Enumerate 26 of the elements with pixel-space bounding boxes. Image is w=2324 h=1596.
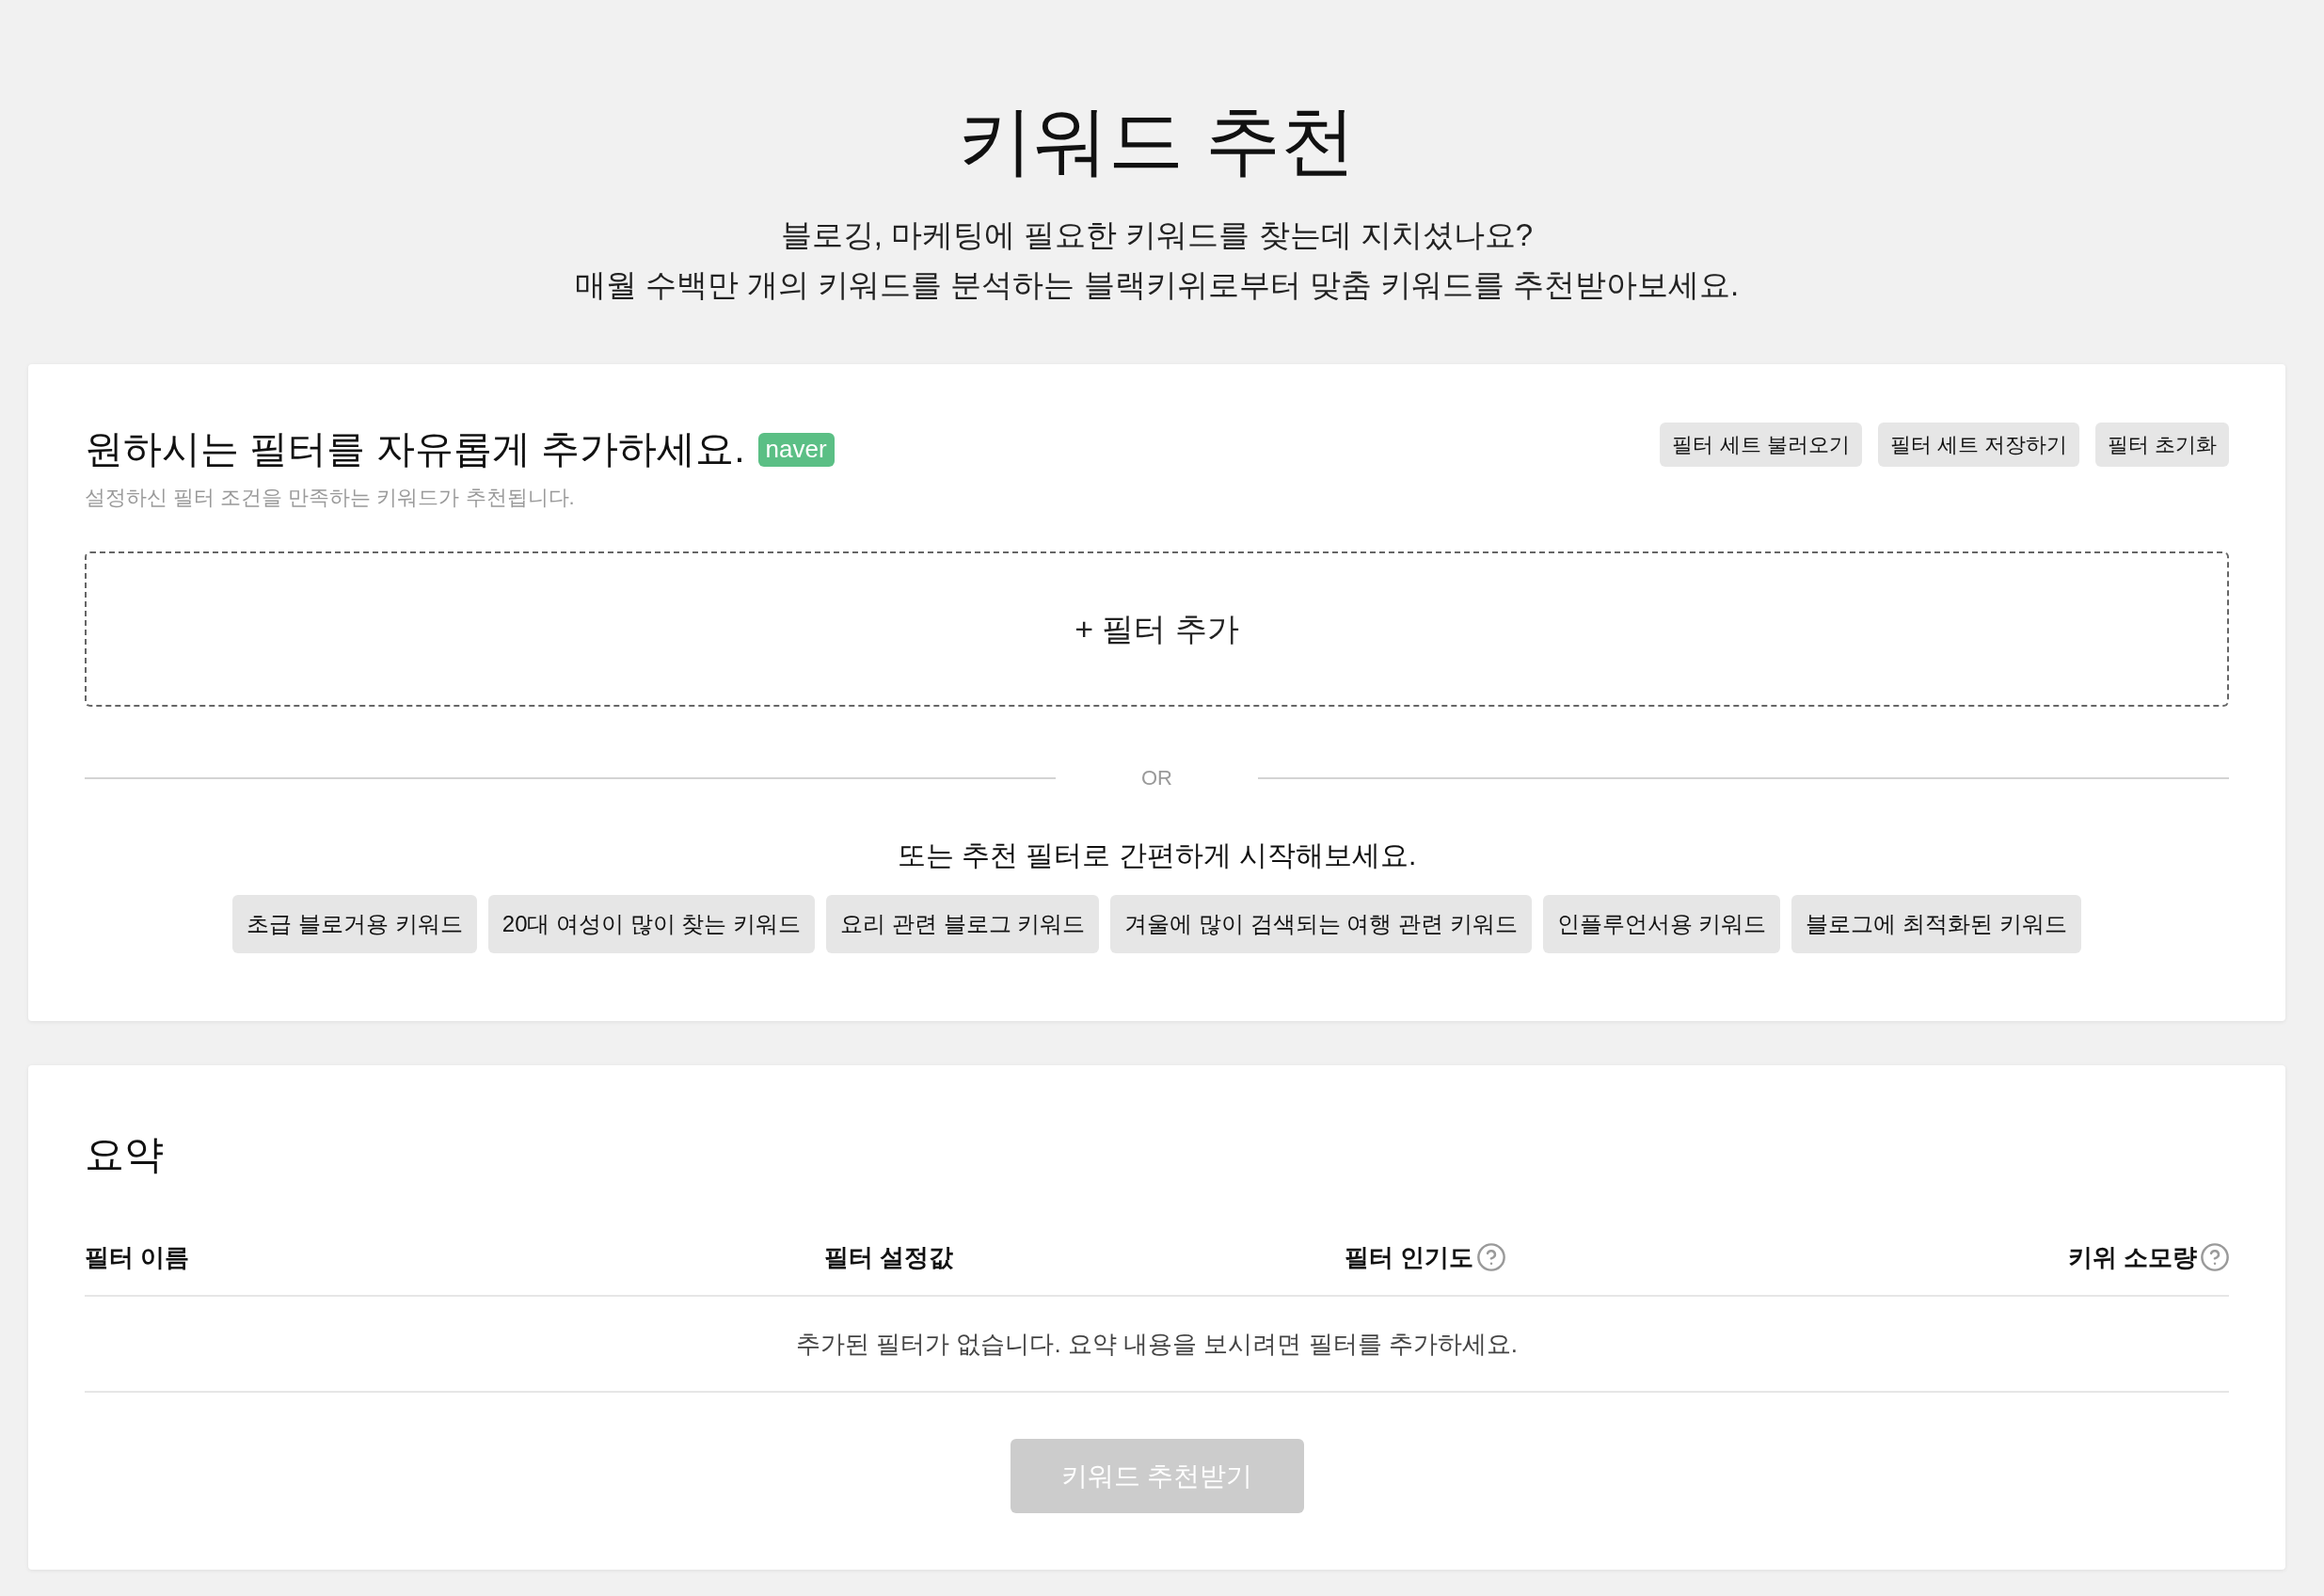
intro-text: 매월 수백만 개의 키워드를 분석하는 블랙키위로부터 맞춤 키워드를 추천받아보세요. [574,266,1740,304]
empty-message: 추가된 필터가 없습니다. 요약 내용을 보시려면 필터를 추가하세요. [796,1328,1518,1360]
filter-set-button[interactable]: 필터 세트 불러오기 [1660,423,1862,467]
section-heading: 원하시는 필터를 자유롭게 추가하세요. [85,426,745,472]
divider-label: OR [1140,765,1173,791]
suggested-filter-chip[interactable]: 20대 여성이 많이 찾는 키워드 [487,895,816,953]
source-badge: naver [757,432,835,467]
filter-set-button[interactable]: 필터 세트 저장하기 [1877,423,2079,467]
column-header: 필터 이름 [85,1241,190,1273]
suggested-filter-chip[interactable]: 겨울에 많이 검색되는 여행 관련 키워드 [1110,895,1532,953]
suggestion-prompt: 또는 추천 필터로 간편하게 시작해보세요. [896,838,1418,872]
column-header: 키위 소모량 [2067,1241,2197,1273]
suggested-filter-chip[interactable]: 블로그에 최적화된 키워드 [1791,895,2081,953]
filter-set-button[interactable]: 필터 초기화 [2094,423,2229,467]
column-header: 필터 인기도 [1344,1241,1473,1273]
intro-text: 블로깅, 마케팅에 필요한 키워드를 찾는데 지치셨나요? [780,216,1534,254]
suggested-filter-chip[interactable]: 초급 블로거용 키워드 [232,895,477,953]
section-description: 설정하신 필터 조건을 만족하는 키워드가 추천됩니다. [85,485,576,511]
suggested-filter-chip[interactable]: 인플루언서용 키워드 [1542,895,1781,953]
add-filter-button[interactable]: + 필터 추가 [85,551,2229,707]
help-icon[interactable] [1477,1243,1505,1271]
summary-title: 요약 [85,1131,165,1178]
column-header: 필터 설정값 [824,1241,954,1273]
page-title: 키워드 추천 [957,98,1357,184]
help-icon[interactable] [2201,1243,2229,1271]
suggested-filter-chip[interactable]: 요리 관련 블로그 키워드 [826,895,1100,953]
